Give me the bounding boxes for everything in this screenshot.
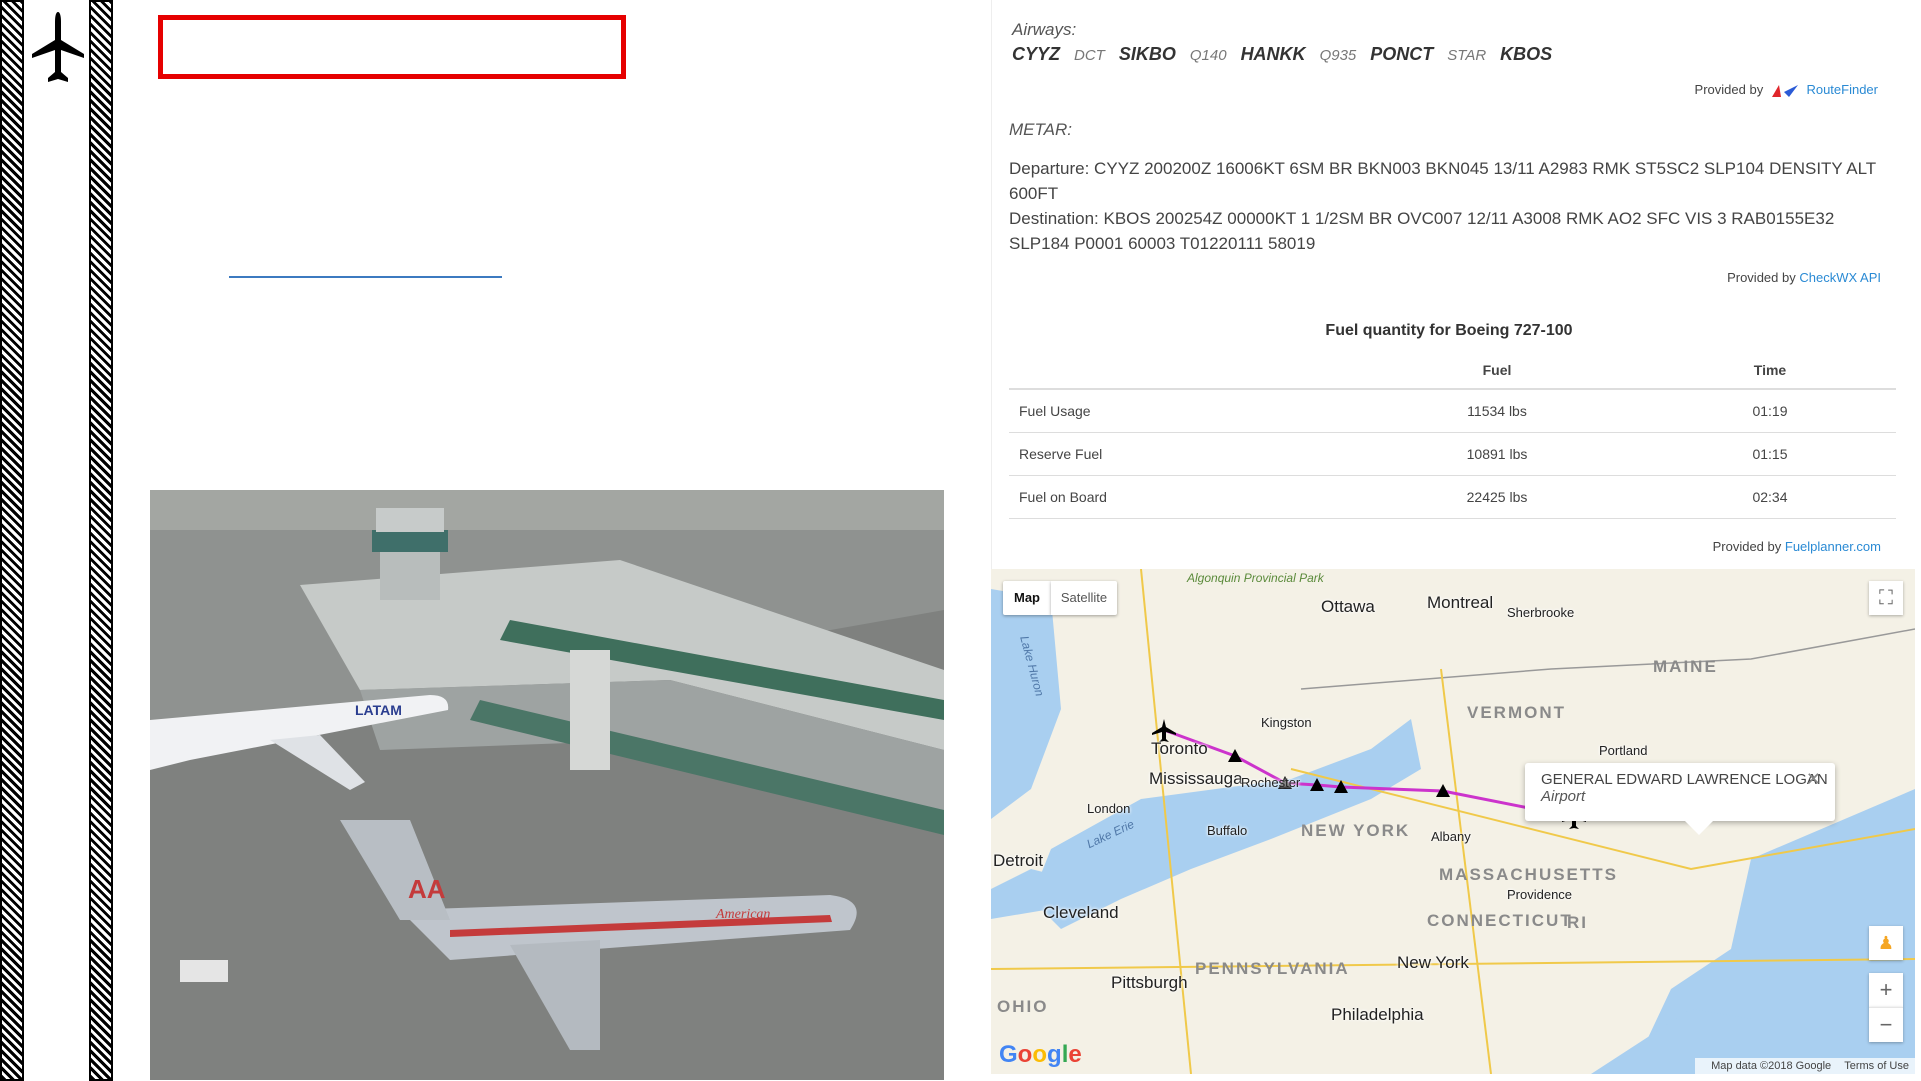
map-label-sherbrooke: Sherbrooke bbox=[1507, 605, 1575, 620]
map-label-cleveland: Cleveland bbox=[1043, 903, 1119, 922]
map-label-ri: RI bbox=[1567, 913, 1588, 932]
map-label-rochester: Rochester bbox=[1241, 775, 1301, 790]
metar-departure: Departure: CYYZ 200200Z 16006KT 6SM BR B… bbox=[1009, 159, 1876, 203]
row-time: 01:19 bbox=[1644, 389, 1896, 433]
fuel-header-row: Fuel Time bbox=[1009, 352, 1896, 390]
row-time: 02:34 bbox=[1644, 475, 1896, 519]
map-label-london: London bbox=[1087, 801, 1131, 816]
row-time: 01:15 bbox=[1644, 432, 1896, 476]
map-type-satellite-button[interactable]: Satellite bbox=[1051, 581, 1117, 615]
column-separator bbox=[991, 0, 992, 570]
airplane-icon bbox=[32, 12, 84, 82]
routefinder-logo-icon bbox=[1771, 84, 1798, 97]
table-row: Reserve Fuel 10891 lbs 01:15 bbox=[1009, 432, 1896, 476]
link-underline[interactable] bbox=[229, 276, 502, 278]
row-label: Fuel Usage bbox=[1009, 389, 1350, 433]
row-label: Reserve Fuel bbox=[1009, 432, 1350, 476]
fuel-title: Fuel quantity for Boeing 727-100 bbox=[1325, 322, 1573, 339]
row-fuel: 11534 lbs bbox=[1350, 389, 1644, 433]
map-label-vermont: VERMONT bbox=[1467, 703, 1566, 722]
checkwx-attribution: Provided by CheckWX API bbox=[1727, 270, 1881, 285]
col-header-fuel: Fuel bbox=[1350, 352, 1644, 390]
hatched-border-right bbox=[89, 0, 113, 1081]
map-label-pennsylvania: PENNSYLVANIA bbox=[1195, 959, 1350, 978]
fullscreen-icon[interactable]: ⛶ bbox=[1869, 581, 1903, 615]
route-waypoint: KBOS bbox=[1500, 44, 1553, 64]
route-airway: STAR bbox=[1447, 47, 1487, 64]
map-label-pittsburgh: Pittsburgh bbox=[1111, 973, 1188, 992]
map-label-ottawa: Ottawa bbox=[1321, 597, 1375, 616]
row-fuel: 10891 lbs bbox=[1350, 432, 1644, 476]
map-label-newyork-city: New York bbox=[1397, 953, 1469, 972]
fuelplanner-attribution: Provided by Fuelplanner.com bbox=[1713, 539, 1881, 554]
route-airway: Q935 bbox=[1319, 47, 1357, 64]
col-header-time: Time bbox=[1644, 352, 1896, 390]
checkwx-link[interactable]: CheckWX API bbox=[1799, 270, 1881, 285]
close-icon[interactable]: ✕ bbox=[1806, 769, 1821, 790]
table-row: Fuel Usage 11534 lbs 01:19 bbox=[1009, 389, 1896, 433]
airways-label: Airways: bbox=[1012, 20, 1077, 39]
route-waypoint: HANKK bbox=[1240, 44, 1306, 64]
metar-text: Departure: CYYZ 200200Z 16006KT 6SM BR B… bbox=[1009, 156, 1889, 256]
svg-text:American: American bbox=[715, 907, 770, 922]
map-label-algonquin: Algonquin Provincial Park bbox=[1187, 571, 1324, 585]
route-waypoint: CYYZ bbox=[1012, 44, 1061, 64]
map-label-albany: Albany bbox=[1431, 829, 1471, 844]
routefinder-link[interactable]: RouteFinder bbox=[1806, 82, 1878, 97]
airport-info-popup: GENERAL EDWARD LAWRENCE LOGAN Airport ✕ bbox=[1525, 763, 1835, 835]
provided-by-text: Provided by bbox=[1694, 82, 1764, 97]
zoom-out-button[interactable]: − bbox=[1869, 1007, 1903, 1042]
map-footer: Map data ©2018 Google Terms of Use bbox=[1695, 1058, 1915, 1074]
route-waypoint: SIKBO bbox=[1118, 44, 1176, 64]
map-label-portland: Portland bbox=[1599, 743, 1648, 758]
map-label-mississauga: Mississauga bbox=[1149, 769, 1243, 788]
row-label: Fuel on Board bbox=[1009, 475, 1350, 519]
map-label-ohio: OHIO bbox=[997, 997, 1049, 1016]
route-airway: Q140 bbox=[1189, 47, 1227, 64]
hatched-border-left bbox=[0, 0, 24, 1081]
map-label-toronto: Toronto bbox=[1151, 739, 1208, 758]
map-label-buffalo: Buffalo bbox=[1207, 823, 1248, 838]
svg-text:AA: AA bbox=[408, 874, 446, 904]
table-row: Fuel on Board 22425 lbs 02:34 bbox=[1009, 475, 1896, 519]
popup-airport-name: GENERAL EDWARD LAWRENCE LOGAN bbox=[1541, 771, 1828, 788]
map-data-attribution: Map data ©2018 Google bbox=[1711, 1060, 1832, 1072]
fuelplanner-link[interactable]: Fuelplanner.com bbox=[1785, 539, 1881, 554]
route-waypoint: PONCT bbox=[1370, 44, 1434, 64]
metar-label: METAR: bbox=[1009, 120, 1072, 139]
svg-text:LATAM: LATAM bbox=[355, 702, 402, 718]
map-label-maine: MAINE bbox=[1653, 657, 1718, 676]
highlight-box bbox=[158, 15, 626, 79]
zoom-in-button[interactable]: + bbox=[1869, 973, 1903, 1007]
map-label-connecticut: CONNECTICUT bbox=[1427, 911, 1573, 930]
map-label-providence: Providence bbox=[1507, 887, 1573, 902]
street-view-pegman-icon[interactable]: ♟ bbox=[1869, 926, 1903, 960]
airport-screenshot-image: AA American LATAM bbox=[150, 490, 944, 1080]
routefinder-attribution: Provided by RouteFinder bbox=[1695, 82, 1878, 98]
map-label-detroit: Detroit bbox=[993, 851, 1044, 870]
fuel-table: Fuel Time Fuel Usage 11534 lbs 01:19 Res… bbox=[1009, 352, 1896, 519]
map-label-montreal: Montreal bbox=[1427, 593, 1494, 612]
row-fuel: 22425 lbs bbox=[1350, 475, 1644, 519]
map-label-philadelphia: Philadelphia bbox=[1331, 1005, 1424, 1024]
google-logo: Google bbox=[999, 1041, 1082, 1068]
metar-destination: Destination: KBOS 200254Z 00000KT 1 1/2S… bbox=[1009, 209, 1835, 253]
route-map[interactable]: Algonquin Provincial Park Ottawa Montrea… bbox=[991, 569, 1915, 1074]
popup-airport-type: Airport bbox=[1541, 788, 1586, 805]
route-string: CYYZ DCT SIKBO Q140 HANKK Q935 PONCT STAR KBOS bbox=[1012, 44, 1566, 65]
route-airway: DCT bbox=[1074, 47, 1105, 64]
provided-by-text: Provided by bbox=[1712, 539, 1782, 554]
map-label-kingston: Kingston bbox=[1261, 715, 1312, 730]
map-label-massachusetts: MASSACHUSETTS bbox=[1439, 865, 1619, 884]
provided-by-text: Provided by bbox=[1727, 270, 1796, 285]
map-label-newyork-state: NEW YORK bbox=[1301, 821, 1411, 840]
col-header-label bbox=[1009, 352, 1350, 390]
map-type-map-button[interactable]: Map bbox=[1003, 581, 1051, 615]
terms-of-use-link[interactable]: Terms of Use bbox=[1844, 1060, 1909, 1072]
